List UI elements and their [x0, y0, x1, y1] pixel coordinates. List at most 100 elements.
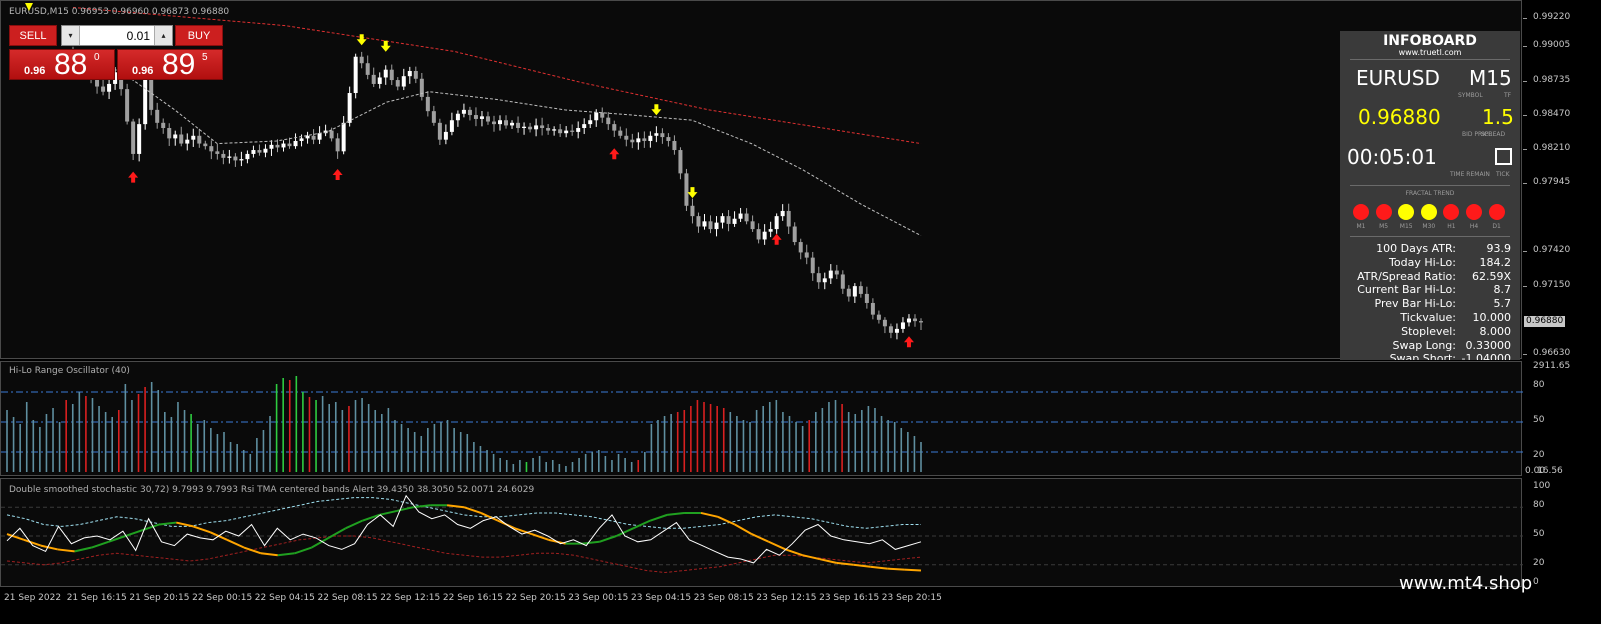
candle: [281, 140, 286, 152]
candle: [672, 135, 677, 155]
candle: [858, 281, 863, 298]
stochastic-line-segment: [700, 511, 719, 518]
candle: [504, 115, 509, 129]
fractal-up-arrow-icon: [771, 233, 782, 245]
time-axis-label: 23 Sep 08:15: [693, 593, 754, 603]
time-axis-label: 23 Sep 12:15: [756, 593, 817, 603]
candle: [900, 317, 905, 333]
candle: [233, 153, 238, 167]
price-tick-label: 0.96630: [1533, 347, 1571, 358]
price-tick-mark: [1523, 115, 1527, 117]
sell-price-prefix: 0.96: [24, 65, 46, 77]
price-scale[interactable]: 0.99220 0.99005 0.98735 0.98470 0.98210 0.979…: [1523, 0, 1601, 359]
hilo-oscillator-pane[interactable]: Hi-Lo Range Oscillator (40): [0, 361, 1523, 476]
candle: [690, 198, 695, 224]
candle: [209, 140, 214, 160]
candle: [600, 107, 605, 123]
candle: [311, 129, 316, 145]
price-chart-pane[interactable]: EURUSD,M15 0.96953 0.96960 0.96873 0.968…: [0, 0, 1523, 360]
candle: [125, 83, 130, 125]
lot-size-value[interactable]: 0.01: [80, 29, 154, 43]
candle: [510, 120, 515, 129]
price-tick-mark: [1523, 46, 1527, 47]
stochastic-line-segment: [836, 561, 854, 566]
stochastic-line-segment: [345, 519, 363, 530]
lot-increase-icon[interactable]: ▴: [154, 26, 172, 45]
infoboard-title: INFOBOARD: [1383, 33, 1477, 49]
price-tick-mark: [1523, 251, 1527, 253]
lot-decrease-icon[interactable]: ▾: [62, 26, 80, 45]
tick-checkbox[interactable]: [1495, 148, 1512, 165]
infoboard-divider: [1350, 59, 1510, 60]
price-chart[interactable]: [1, 1, 1523, 360]
infoboard-panel: INFOBOARD www.truetl.com EURUSD SYMBOL M…: [1340, 31, 1520, 360]
candle: [612, 120, 617, 137]
candle: [846, 285, 851, 302]
candle: [810, 251, 815, 281]
candle: [371, 67, 376, 88]
stochastic-line-segment: [159, 521, 177, 526]
infoboard-bid: 0.96880: [1358, 105, 1441, 129]
infoboard-stat-label: Swap Long:: [1392, 338, 1456, 352]
fractal-down-arrow-icon: [651, 104, 662, 116]
candle: [413, 66, 418, 84]
candle: [461, 103, 466, 118]
candle: [624, 128, 629, 147]
candle: [155, 102, 160, 129]
infoboard-time-remain-caption: TIME REMAIN: [1450, 171, 1490, 178]
price-tick-mark: [1523, 18, 1527, 20]
stochastic-line-segment: [125, 529, 143, 537]
stochastic-pane[interactable]: Double smoothed stochastic 30,72) 9.7993…: [0, 478, 1523, 587]
fractal-trend-dot: [1398, 204, 1415, 220]
candle: [449, 112, 454, 136]
oscillator-scale-max: 2911.65: [1533, 361, 1571, 371]
candle: [227, 149, 232, 164]
candle: [263, 144, 268, 158]
candle: [864, 286, 869, 309]
buy-price-big: 89: [162, 48, 196, 81]
candle: [347, 86, 352, 127]
time-axis-label: 23 Sep 00:15: [568, 593, 629, 603]
candle: [491, 115, 496, 132]
candle: [305, 131, 310, 144]
candle: [455, 110, 460, 127]
sell-quote-button[interactable]: 0.96 88 0: [9, 48, 115, 81]
fractal-trend-dot: [1488, 204, 1505, 220]
candle: [870, 298, 875, 320]
candle: [407, 66, 412, 84]
candle: [564, 126, 569, 138]
infoboard-stat-value: 0.33000: [1465, 338, 1512, 352]
candle: [203, 140, 208, 150]
candle: [768, 221, 773, 238]
price-tick-mark: [1523, 183, 1527, 185]
fractal-trend-dot: [1420, 204, 1437, 220]
candle: [804, 244, 809, 265]
candle: [365, 55, 370, 80]
candle: [485, 111, 490, 125]
price-tick-label: 0.99220: [1533, 12, 1571, 23]
oscillator-title: Hi-Lo Range Oscillator (40): [9, 366, 130, 376]
candle: [498, 115, 503, 131]
candle: [618, 126, 623, 139]
buy-button[interactable]: BUY: [175, 25, 223, 46]
candle: [269, 140, 274, 156]
price-tick-label: 0.98210: [1533, 143, 1571, 154]
stochastic-line-segment: [463, 506, 482, 514]
sell-button[interactable]: SELL: [9, 25, 57, 46]
infoboard-stat-label: ATR/Spread Ratio:: [1357, 269, 1456, 283]
buy-quote-button[interactable]: 0.96 89 5: [117, 48, 223, 81]
candle: [359, 51, 364, 69]
candle: [395, 77, 400, 91]
candle: [191, 128, 196, 147]
candle: [479, 110, 484, 127]
candle: [732, 211, 737, 227]
candle: [780, 204, 785, 221]
candle: [221, 150, 226, 165]
candle: [425, 91, 430, 117]
candle: [173, 130, 178, 146]
infoboard-timeframe: M15: [1469, 66, 1512, 90]
lot-size-field[interactable]: ▾ 0.01 ▴: [61, 25, 173, 46]
infoboard-stat-value: 5.7: [1493, 297, 1512, 311]
infoboard-time-remain: 00:05:01: [1347, 145, 1437, 169]
time-axis-label: 22 Sep 12:15: [380, 593, 441, 603]
